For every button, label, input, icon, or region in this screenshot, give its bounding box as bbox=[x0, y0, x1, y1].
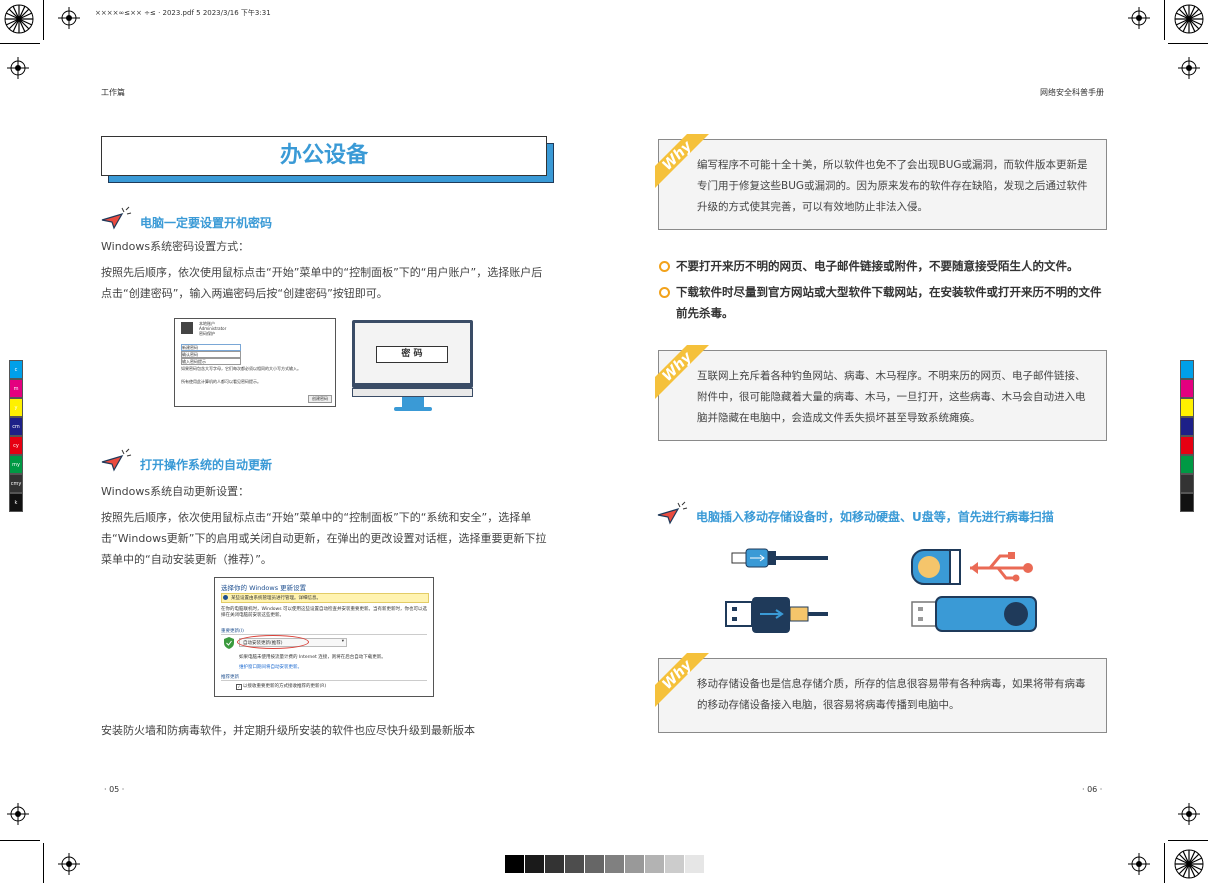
gray-swatch bbox=[545, 855, 564, 873]
bullet-item: 下载软件时尽量到官方网站或大型软件下载网站，在安装软件或打开来历不明的文件前先杀… bbox=[676, 285, 1102, 320]
registration-mark-icon bbox=[58, 7, 80, 29]
starburst-target-icon bbox=[1174, 4, 1204, 34]
starburst-target-icon bbox=[4, 4, 34, 34]
gray-swatch bbox=[685, 855, 704, 873]
color-bar-left: c m y cm cy my cmy k bbox=[9, 360, 23, 512]
maintenance-link[interactable]: 维护窗口期间将自动安装更新。 bbox=[239, 664, 302, 670]
gray-swatch bbox=[565, 855, 584, 873]
gray-swatch bbox=[525, 855, 544, 873]
color-swatch: cm bbox=[9, 417, 23, 436]
dialog-note: 所有使用此计算机的人都可以看见密码提示。 bbox=[181, 379, 261, 384]
update-dialog-desc: 在你的电脑联机时，Windows 可以使用这些设置自动检查并安装重要更新。当有新… bbox=[221, 607, 428, 618]
confirm-password-field[interactable]: 确认密码 bbox=[181, 351, 241, 358]
color-swatch bbox=[1180, 455, 1194, 474]
gray-swatch bbox=[645, 855, 664, 873]
gray-swatch bbox=[665, 855, 684, 873]
color-swatch bbox=[1180, 474, 1194, 493]
color-swatch: cmy bbox=[9, 474, 23, 493]
section-body-password: 按照先后顺序，依次使用鼠标点击“开始”菜单中的“控制面板”下的“用户账户”，选择… bbox=[101, 266, 543, 300]
recommended-checkbox[interactable]: ✓ bbox=[236, 684, 242, 690]
why-box-3: 移动存储设备也是信息存储介质，所存的信息很容易带有各种病毒，如果将带有病毒的移动… bbox=[658, 658, 1107, 733]
registration-mark-icon bbox=[1178, 803, 1200, 825]
shield-icon bbox=[224, 637, 234, 649]
page-number-right: · 06 · bbox=[1082, 785, 1103, 794]
section-intro-update: Windows系统自动更新设置： bbox=[101, 485, 250, 498]
cursor-click-icon bbox=[657, 501, 688, 525]
running-head-right: 网络安全科普手册 bbox=[1040, 88, 1104, 97]
section-heading-usb: 电脑插入移动存储设备时，如移动硬盘、U盘等，首先进行病毒扫描 bbox=[696, 510, 1054, 524]
registration-mark-icon bbox=[58, 853, 80, 875]
update-dialog-figure: 选择你的 Windows 更新设置 某些设置由系统管理员进行管理。详细信息。 在… bbox=[214, 577, 434, 697]
color-swatch bbox=[1180, 417, 1194, 436]
cursor-click-icon bbox=[101, 448, 132, 472]
password-hint-field[interactable]: 输入密码提示 bbox=[181, 358, 241, 365]
gray-swatch bbox=[585, 855, 604, 873]
gray-swatch bbox=[605, 855, 624, 873]
section-heading-update: 打开操作系统的自动更新 bbox=[140, 458, 273, 472]
page-number-left: · 05 · bbox=[104, 785, 125, 794]
running-head-left: 工作篇 bbox=[101, 88, 125, 97]
color-swatch: k bbox=[9, 493, 23, 512]
color-swatch bbox=[1180, 379, 1194, 398]
color-swatch: y bbox=[9, 398, 23, 417]
gray-swatch bbox=[625, 855, 644, 873]
monitor-password-label: 密 码 bbox=[376, 346, 448, 363]
why-box-text: 移动存储设备也是信息存储介质，所存的信息很容易带有各种病毒，如果将带有病毒的移动… bbox=[697, 678, 1086, 711]
title-banner: 办公设备 bbox=[101, 136, 554, 183]
color-swatch: m bbox=[9, 379, 23, 398]
bullet-dot bbox=[659, 287, 670, 298]
usb-flash-drive-icon bbox=[911, 596, 1037, 632]
color-swatch bbox=[1180, 360, 1194, 379]
recommended-checkbox-label: 以接收重要更新的方式接收推荐的更新(R) bbox=[243, 684, 327, 689]
section-body-update: 按照先后顺序，依次使用鼠标点击“开始”菜单中的“控制面板”下的“系统和安全”，选… bbox=[101, 511, 547, 566]
starburst-target-icon bbox=[1174, 849, 1204, 879]
section-intro-password: Windows系统密码设置方式： bbox=[101, 240, 250, 253]
user-avatar bbox=[181, 322, 193, 334]
update-line: 如果电脑未使用按流量计费的 Internet 连接，则将在后台自动下载更新。 bbox=[239, 655, 386, 660]
registration-mark-icon bbox=[7, 803, 29, 825]
why-box-1: 编写程序不可能十全十美，所以软件也免不了会出现BUG或漏洞，而软件版本更新是专门… bbox=[658, 139, 1107, 230]
bullet-dot bbox=[659, 261, 670, 272]
color-swatch: c bbox=[9, 360, 23, 379]
registration-mark-icon bbox=[1178, 57, 1200, 79]
chevron-down-icon: ▾ bbox=[341, 639, 344, 644]
dialog-user-line: 密码保护 bbox=[199, 331, 215, 336]
section-heading-password: 电脑一定要设置开机密码 bbox=[140, 216, 273, 230]
color-swatch: my bbox=[9, 455, 23, 474]
usb-cable-icon bbox=[731, 548, 828, 568]
monitor-illustration: 密 码 bbox=[352, 320, 474, 414]
footer-note: 安装防火墙和防病毒软件，并定期升级所安装的软件也应尽快升级到最新版本 bbox=[101, 724, 475, 737]
update-dialog-banner: 某些设置由系统管理员进行管理。详细信息。 bbox=[231, 596, 321, 601]
registration-mark-icon bbox=[1128, 7, 1150, 29]
create-password-button[interactable]: 创建密码 bbox=[308, 395, 332, 403]
why-box-2: 互联网上充斥着各种钓鱼网站、病毒、木马程序。不明来历的网页、电子邮件链接、附件中… bbox=[658, 350, 1107, 441]
usb-plug-icon bbox=[725, 597, 828, 633]
gray-swatch bbox=[505, 855, 524, 873]
why-box-text: 编写程序不可能十全十美，所以软件也免不了会出现BUG或漏洞，而软件版本更新是专门… bbox=[697, 159, 1088, 213]
why-box-text: 互联网上充斥着各种钓鱼网站、病毒、木马程序。不明来历的网页、电子邮件链接、附件中… bbox=[697, 370, 1086, 424]
update-dialog-title: 选择你的 Windows 更新设置 bbox=[221, 584, 307, 592]
selection-highlight-oval bbox=[237, 635, 309, 649]
color-swatch bbox=[1180, 398, 1194, 417]
color-swatch bbox=[1180, 436, 1194, 455]
usb-symbol-icon bbox=[970, 552, 1033, 582]
color-swatch: cy bbox=[9, 436, 23, 455]
bullet-item: 不要打开来历不明的网页、电子邮件链接或附件，不要随意接受陌生人的文件。 bbox=[676, 259, 1079, 273]
new-password-field[interactable]: 新建密码 bbox=[181, 344, 241, 351]
password-dialog-figure: 本地账户 Administrator 密码保护 新建密码 确认密码 输入密码提示… bbox=[174, 318, 336, 407]
usb-drive-round-icon bbox=[911, 549, 961, 585]
cursor-click-icon bbox=[101, 206, 132, 230]
page-title: 办公设备 bbox=[101, 136, 547, 176]
registration-mark-icon bbox=[1128, 853, 1150, 875]
color-swatch bbox=[1180, 493, 1194, 512]
registration-mark-icon bbox=[7, 57, 29, 79]
dialog-note: 如果密码包含大写字母，它们每次都必须以相同的大小写方式输入。 bbox=[181, 366, 301, 371]
color-bar-right bbox=[1180, 360, 1194, 512]
file-info-slug: ××××∞≤×× ÷≤ · 2023.pdf 5 2023/3/16 下午3:3… bbox=[95, 9, 271, 17]
